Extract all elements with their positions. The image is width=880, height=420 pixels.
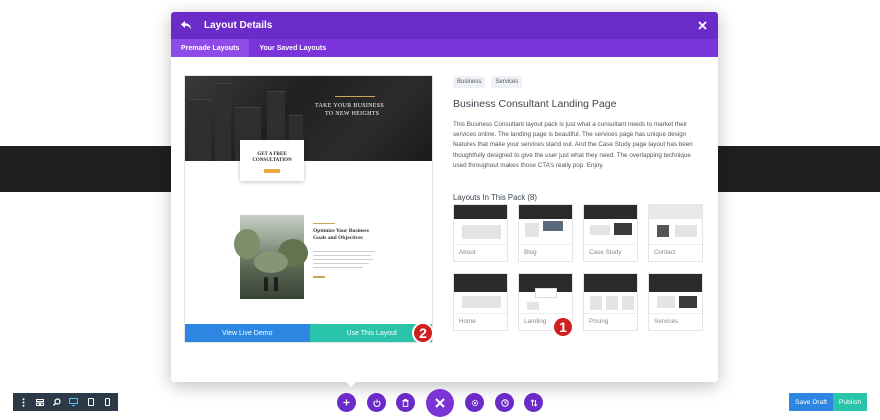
preview-hero-image: TAKE YOUR BUSINESS TO NEW HEIGHTS	[185, 76, 432, 161]
layout-thumb-pricing[interactable]: Pricing	[583, 273, 638, 331]
tag-business[interactable]: Business	[453, 76, 486, 88]
modal-header: Layout Details	[171, 12, 718, 39]
sort-icon[interactable]	[524, 393, 543, 412]
power-icon[interactable]	[367, 393, 386, 412]
layout-thumb-case-study[interactable]: Case Study	[583, 204, 638, 262]
layout-thumb-label: Landing	[524, 318, 547, 325]
layout-description: This Business Consultant layout pack is …	[453, 121, 693, 169]
preview-cta-card: GET A FREE CONSULTATION	[240, 140, 304, 181]
layout-thumb-blog[interactable]: Blog	[518, 204, 573, 262]
annotation-badge-2: 2	[412, 322, 434, 344]
layout-thumb-label: Case Study	[589, 249, 622, 256]
close-icon[interactable]	[696, 20, 708, 32]
tag-services[interactable]: Services	[491, 76, 523, 88]
preview-section-photo	[234, 215, 308, 299]
layout-thumb-label: Home	[459, 318, 476, 325]
preview-section-title: Optimize Your Business Goals and Objecti…	[313, 228, 369, 241]
layout-tags: Business Services	[453, 76, 703, 88]
add-icon[interactable]	[337, 393, 356, 412]
layout-info: Business Services Business Consultant La…	[453, 76, 703, 202]
layout-thumb-label: Contact	[654, 249, 676, 256]
preview-hero-title: TAKE YOUR BUSINESS TO NEW HEIGHTS	[315, 103, 385, 117]
close-icon[interactable]	[426, 389, 454, 417]
settings-icon[interactable]	[465, 393, 484, 412]
save-draft-button[interactable]: Save Draft	[789, 393, 833, 411]
builder-controls	[0, 389, 880, 417]
layout-details-modal: Layout Details Premade Layouts Your Save…	[171, 12, 718, 382]
layout-thumb-home[interactable]: Home	[453, 273, 508, 331]
layout-thumb-label: Services	[654, 318, 679, 325]
layout-thumb-contact[interactable]: Contact	[648, 204, 703, 262]
layout-thumb-label: Blog	[524, 249, 537, 256]
layout-thumb-about[interactable]: About	[453, 204, 508, 262]
trash-icon[interactable]	[396, 393, 415, 412]
modal-tabs: Premade Layouts Your Saved Layouts	[171, 39, 718, 57]
tab-premade-layouts[interactable]: Premade Layouts	[171, 39, 250, 57]
layout-thumb-label: Pricing	[589, 318, 609, 325]
layout-preview[interactable]: TAKE YOUR BUSINESS TO NEW HEIGHTS GET A …	[184, 75, 433, 343]
view-live-demo-button[interactable]: View Live Demo	[185, 324, 310, 342]
layout-title: Business Consultant Landing Page	[453, 98, 617, 110]
undo-arrow-icon[interactable]	[181, 19, 195, 33]
layout-thumb-label: About	[459, 249, 476, 256]
publish-button[interactable]: Publish	[833, 393, 867, 411]
annotation-badge-1: 1	[552, 316, 574, 338]
modal-pointer	[345, 381, 357, 387]
history-icon[interactable]	[495, 393, 514, 412]
tab-saved-layouts[interactable]: Your Saved Layouts	[249, 39, 336, 57]
hero-rule	[335, 96, 375, 97]
modal-title: Layout Details	[204, 20, 273, 31]
preview-actions: View Live Demo Use This Layout	[185, 324, 432, 342]
layout-thumb-services[interactable]: Services	[648, 273, 703, 331]
pack-title: Layouts In This Pack (8)	[453, 193, 537, 203]
